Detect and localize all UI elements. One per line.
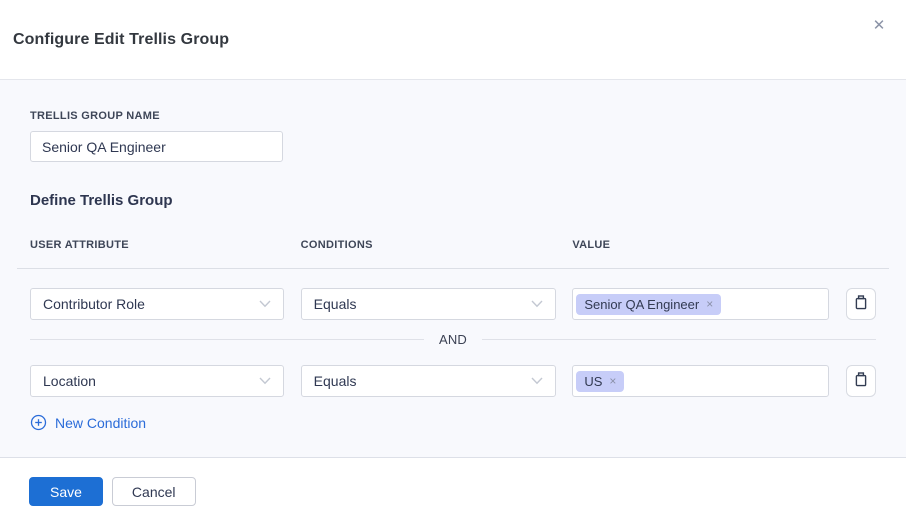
- delete-condition-button[interactable]: [846, 288, 876, 320]
- remove-tag-icon[interactable]: ×: [609, 375, 616, 387]
- value-multiselect[interactable]: US ×: [572, 365, 829, 397]
- condition-value: Equals: [314, 373, 357, 389]
- user-attribute-value: Location: [43, 373, 96, 389]
- remove-tag-icon[interactable]: ×: [706, 298, 713, 310]
- condition-value: Equals: [314, 296, 357, 312]
- modal-footer: Save Cancel: [0, 458, 906, 520]
- value-tag-label: US: [584, 375, 602, 388]
- and-separator: AND: [30, 330, 876, 348]
- separator-line: [30, 339, 424, 340]
- trellis-group-name-input[interactable]: [30, 131, 283, 162]
- new-condition-label: New Condition: [55, 415, 146, 431]
- condition-row: Location Equals US ×: [30, 365, 876, 397]
- chevron-down-icon: [531, 300, 543, 308]
- header-divider: [17, 268, 889, 269]
- user-attribute-value: Contributor Role: [43, 296, 145, 312]
- user-attribute-select[interactable]: Contributor Role: [30, 288, 284, 320]
- chevron-down-icon: [259, 377, 271, 385]
- new-condition-button[interactable]: New Condition: [30, 414, 146, 431]
- chevron-down-icon: [531, 377, 543, 385]
- trash-icon: [853, 371, 869, 391]
- value-column-header: VALUE: [572, 239, 829, 251]
- and-label: AND: [439, 332, 467, 347]
- condition-select[interactable]: Equals: [301, 288, 556, 320]
- modal-title: Configure Edit Trellis Group: [13, 31, 229, 49]
- separator-line: [482, 339, 876, 340]
- modal-body: TRELLIS GROUP NAME Define Trellis Group …: [0, 80, 906, 458]
- conditions-column-header: CONDITIONS: [301, 239, 556, 251]
- value-tag: Senior QA Engineer ×: [576, 294, 721, 315]
- user-attribute-select[interactable]: Location: [30, 365, 284, 397]
- define-trellis-group-heading: Define Trellis Group: [30, 192, 876, 209]
- value-tag-label: Senior QA Engineer: [584, 298, 699, 311]
- value-tag: US ×: [576, 371, 624, 392]
- plus-circle-icon: [30, 414, 47, 431]
- cancel-button[interactable]: Cancel: [112, 477, 196, 506]
- value-multiselect[interactable]: Senior QA Engineer ×: [572, 288, 829, 320]
- configure-trellis-group-modal: Configure Edit Trellis Group ✕ TRELLIS G…: [0, 0, 906, 521]
- condition-column-headers: USER ATTRIBUTE CONDITIONS VALUE: [30, 239, 876, 251]
- condition-select[interactable]: Equals: [301, 365, 556, 397]
- modal-header: Configure Edit Trellis Group: [0, 0, 906, 80]
- trellis-group-name-label: TRELLIS GROUP NAME: [30, 110, 876, 122]
- save-button[interactable]: Save: [29, 477, 103, 506]
- chevron-down-icon: [259, 300, 271, 308]
- trash-icon: [853, 294, 869, 314]
- close-icon[interactable]: ✕: [868, 14, 890, 36]
- condition-row: Contributor Role Equals Senior QA Engine…: [30, 288, 876, 320]
- delete-condition-button[interactable]: [846, 365, 876, 397]
- user-attribute-column-header: USER ATTRIBUTE: [30, 239, 284, 251]
